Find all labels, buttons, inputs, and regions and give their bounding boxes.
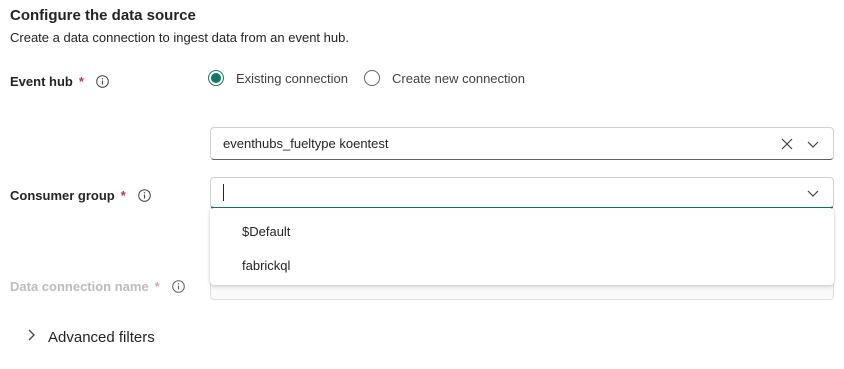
chevron-right-icon [26,328,36,347]
required-marker: * [78,74,84,89]
close-icon[interactable] [775,132,799,156]
info-icon[interactable] [171,280,185,293]
page-subtitle: Create a data connection to ingest data … [10,30,349,45]
configure-data-source-panel: Configure the data source Create a data … [0,0,844,369]
event-hub-label-text: Event hub [10,74,73,89]
text-cursor [223,184,224,201]
radio-create-new-connection-label: Create new connection [392,70,525,86]
radio-create-new-connection[interactable]: Create new connection [364,70,525,86]
consumer-group-label: Consumer group * [10,188,151,203]
event-hub-value: eventhubs_fueltype koentest [223,136,389,151]
connection-type-radio-group: Existing connection Create new connectio… [208,70,541,86]
page-title: Configure the data source [10,7,196,24]
radio-checked-indicator [208,70,224,86]
info-icon[interactable] [96,75,109,88]
advanced-filters-toggle[interactable]: Advanced filters [26,328,155,347]
radio-existing-connection[interactable]: Existing connection [208,70,348,86]
chevron-down-icon[interactable] [801,132,825,156]
info-icon[interactable] [137,189,151,202]
event-hub-label: Event hub * [10,74,109,89]
radio-existing-connection-label: Existing connection [236,70,349,86]
chevron-down-icon[interactable] [801,181,825,205]
consumer-group-combobox[interactable] [210,177,834,209]
required-marker: * [154,279,160,294]
required-marker: * [120,188,126,203]
consumer-group-listbox: $Default fabrickql [210,208,834,285]
event-hub-combobox[interactable]: eventhubs_fueltype koentest [210,127,834,160]
data-connection-name-label-text: Data connection name [10,279,149,294]
consumer-group-label-text: Consumer group [10,188,115,203]
listbox-option-default[interactable]: $Default [210,214,834,248]
listbox-option-fabrickql[interactable]: fabrickql [210,248,834,282]
advanced-filters-label: Advanced filters [48,329,155,346]
radio-unchecked-indicator [364,70,381,86]
data-connection-name-label: Data connection name * [10,279,185,294]
